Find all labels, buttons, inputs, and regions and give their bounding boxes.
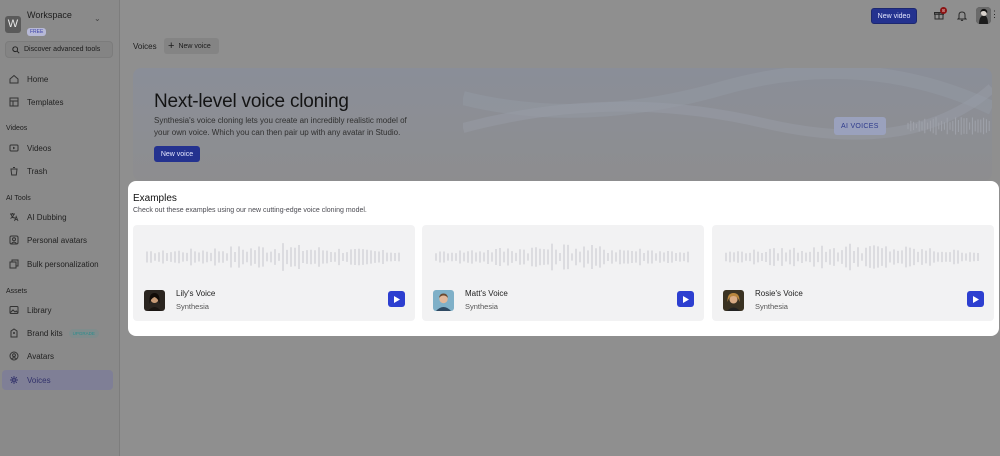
voice-name: Lily's Voice — [176, 289, 216, 298]
sidebar-item-label: Voices — [27, 375, 51, 385]
more-options-icon[interactable]: ⋮ — [990, 9, 999, 20]
home-icon — [8, 74, 19, 85]
voice-icon — [8, 375, 19, 386]
voice-name: Rosie's Voice — [755, 289, 803, 298]
trash-icon — [8, 166, 19, 177]
plan-badge: FREE — [27, 28, 47, 36]
discover-tools-button[interactable]: Discover advanced tools — [5, 41, 113, 58]
notification-count-badge: 8 — [940, 7, 947, 14]
sidebar-item-label: Personal avatars — [27, 235, 88, 245]
brand-kit-icon — [8, 328, 19, 339]
discover-tools-label: Discover advanced tools — [24, 46, 101, 53]
hero-banner: Next-level voice cloning Synthesia's voi… — [133, 68, 992, 181]
sidebar-item-personal-avatars[interactable]: Personal avatars — [2, 230, 113, 250]
voice-author: Synthesia — [755, 302, 788, 311]
new-video-button[interactable]: New video — [871, 8, 917, 24]
waveform — [725, 243, 979, 271]
sidebar-item-label: Videos — [27, 143, 52, 153]
voice-card-matt[interactable]: Matt's Voice Synthesia — [422, 225, 704, 321]
voice-author: Synthesia — [465, 302, 498, 311]
avatar — [723, 290, 744, 311]
sidebar-item-videos[interactable]: Videos — [2, 138, 113, 158]
sidebar-item-voices[interactable]: Voices — [2, 370, 113, 390]
breadcrumb-current: Voices — [133, 42, 157, 51]
translate-icon — [8, 212, 19, 223]
examples-panel: Examples Check out these examples using … — [128, 181, 999, 336]
hero-description: Synthesia's voice cloning lets you creat… — [154, 116, 407, 137]
play-icon — [393, 295, 400, 303]
waveform — [146, 243, 400, 271]
voice-card-rosie[interactable]: Rosie's Voice Synthesia — [712, 225, 994, 321]
workspace-switcher[interactable]: W Workspace FREE — [5, 10, 72, 38]
sidebar-item-label: Bulk personalization — [27, 259, 99, 269]
sidebar-item-trash[interactable]: Trash — [2, 161, 113, 181]
sidebar: W Workspace FREE ⌄ Discover advanced too… — [0, 0, 120, 456]
voice-card-lily[interactable]: Lily's Voice Synthesia — [133, 225, 415, 321]
examples-subtitle: Check out these examples using our new c… — [133, 207, 367, 214]
section-heading-assets: Assets — [6, 288, 28, 295]
play-icon — [972, 295, 979, 303]
sidebar-item-templates[interactable]: Templates — [2, 92, 113, 112]
user-avatar[interactable] — [976, 7, 991, 24]
play-icon — [682, 295, 689, 303]
new-voice-header-label: New voice — [178, 42, 211, 50]
avatar-icon — [8, 351, 19, 362]
play-button[interactable] — [967, 291, 984, 307]
plus-icon: + — [168, 39, 175, 52]
play-button[interactable] — [388, 291, 405, 307]
library-icon — [8, 305, 19, 316]
new-voice-header-button[interactable]: + New voice — [164, 38, 219, 54]
voice-name: Matt's Voice — [465, 289, 508, 298]
play-button[interactable] — [677, 291, 694, 307]
sidebar-item-home[interactable]: Home — [2, 69, 113, 89]
hero-title: Next-level voice cloning — [154, 91, 349, 112]
stack-icon — [8, 259, 19, 270]
templates-icon — [8, 97, 19, 108]
upgrade-badge[interactable]: UPGRADE — [68, 328, 99, 338]
voice-author: Synthesia — [176, 302, 209, 311]
workspace-name: Workspace — [27, 10, 72, 20]
examples-title: Examples — [133, 193, 177, 204]
bell-icon[interactable] — [957, 10, 967, 21]
sidebar-item-label: Avatars — [27, 351, 54, 361]
sidebar-item-label: Library — [27, 305, 52, 315]
avatar — [144, 290, 165, 311]
hero-wave-decoration — [463, 68, 992, 140]
section-heading-ai-tools: AI Tools — [6, 195, 31, 202]
sidebar-item-brand-kits[interactable]: Brand kits UPGRADE — [2, 323, 113, 343]
hero-new-voice-button[interactable]: New voice — [154, 146, 200, 162]
chevron-down-icon[interactable]: ⌄ — [94, 14, 101, 23]
sidebar-item-avatars[interactable]: Avatars — [2, 346, 113, 366]
avatar — [433, 290, 454, 311]
video-icon — [8, 143, 19, 154]
workspace-logo: W — [5, 15, 21, 33]
section-heading-videos: Videos — [6, 125, 28, 132]
sidebar-item-label: Templates — [27, 97, 64, 107]
sidebar-item-bulk-personalization[interactable]: Bulk personalization — [2, 254, 113, 274]
sidebar-item-library[interactable]: Library — [2, 300, 113, 320]
sidebar-item-label: AI Dubbing — [27, 212, 67, 222]
sidebar-item-label: Trash — [27, 166, 48, 176]
sidebar-item-label: Home — [27, 74, 49, 84]
user-square-icon — [8, 235, 19, 246]
ai-voices-pill: AI VOICES — [834, 117, 886, 135]
waveform — [435, 243, 689, 271]
search-icon — [12, 45, 20, 54]
sidebar-item-ai-dubbing[interactable]: AI Dubbing — [2, 207, 113, 227]
sidebar-item-label: Brand kits — [27, 328, 63, 338]
